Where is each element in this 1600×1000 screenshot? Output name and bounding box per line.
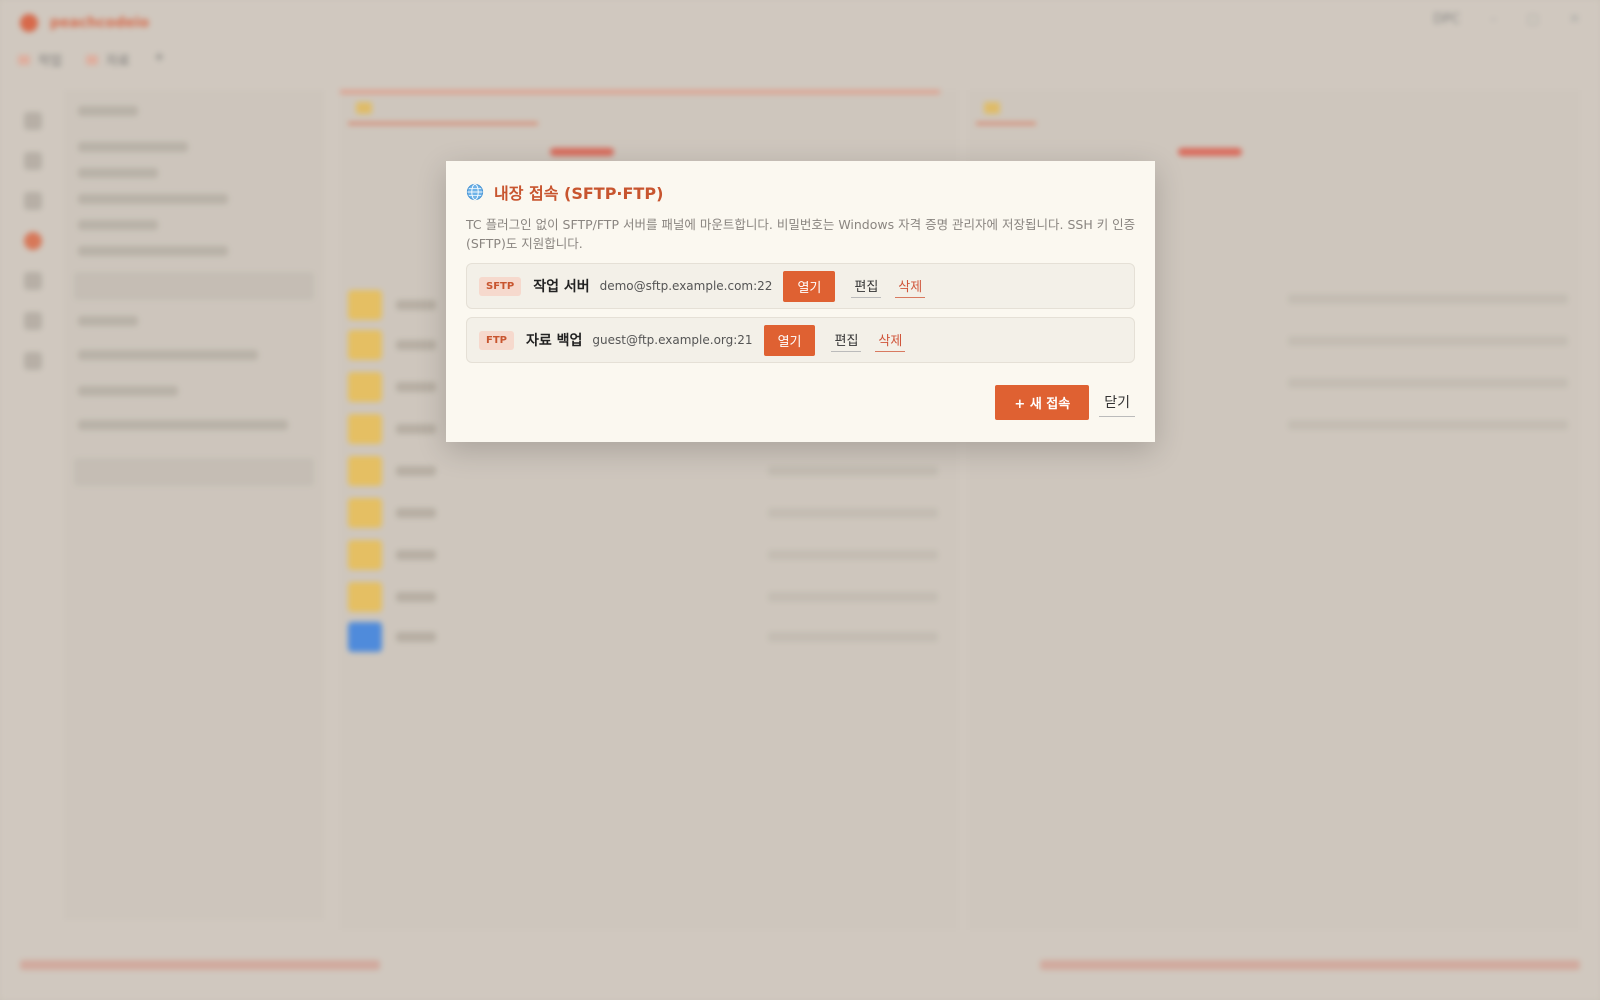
close-button[interactable]: 닫기 [1099, 388, 1135, 417]
dialog-footer: + 새 접속 닫기 [995, 385, 1135, 420]
open-button[interactable]: 열기 [783, 270, 836, 302]
open-button[interactable]: 열기 [763, 324, 816, 356]
new-connection-button[interactable]: + 새 접속 [995, 385, 1090, 420]
delete-button[interactable]: 삭제 [895, 274, 926, 298]
protocol-badge: FTP [479, 330, 514, 350]
connection-address: demo@sftp.example.com:22 [599, 279, 773, 293]
modal-overlay [0, 0, 1600, 1000]
protocol-badge: SFTP [479, 276, 522, 296]
edit-button[interactable]: 편집 [851, 274, 882, 298]
globe-icon [466, 183, 484, 201]
dialog-description: TC 플러그인 없이 SFTP/FTP 서버를 패널에 마운트합니다. 비밀번호… [466, 217, 1136, 251]
connection-item: FTP 자료 백업 guest@ftp.example.org:21 열기 편집… [466, 317, 1135, 363]
builtin-connection-dialog: 내장 접속 (SFTP·FTP) TC 플러그인 없이 SFTP/FTP 서버를… [446, 161, 1155, 442]
delete-button[interactable]: 삭제 [875, 328, 906, 352]
edit-button[interactable]: 편집 [831, 328, 862, 352]
dialog-title: 내장 접속 (SFTP·FTP) [494, 184, 664, 203]
connection-address: guest@ftp.example.org:21 [592, 333, 753, 347]
connection-name: 작업 서버 [533, 279, 590, 295]
connection-name: 자료 백업 [525, 333, 583, 349]
connection-item: SFTP 작업 서버 demo@sftp.example.com:22 열기 편… [466, 263, 1135, 309]
